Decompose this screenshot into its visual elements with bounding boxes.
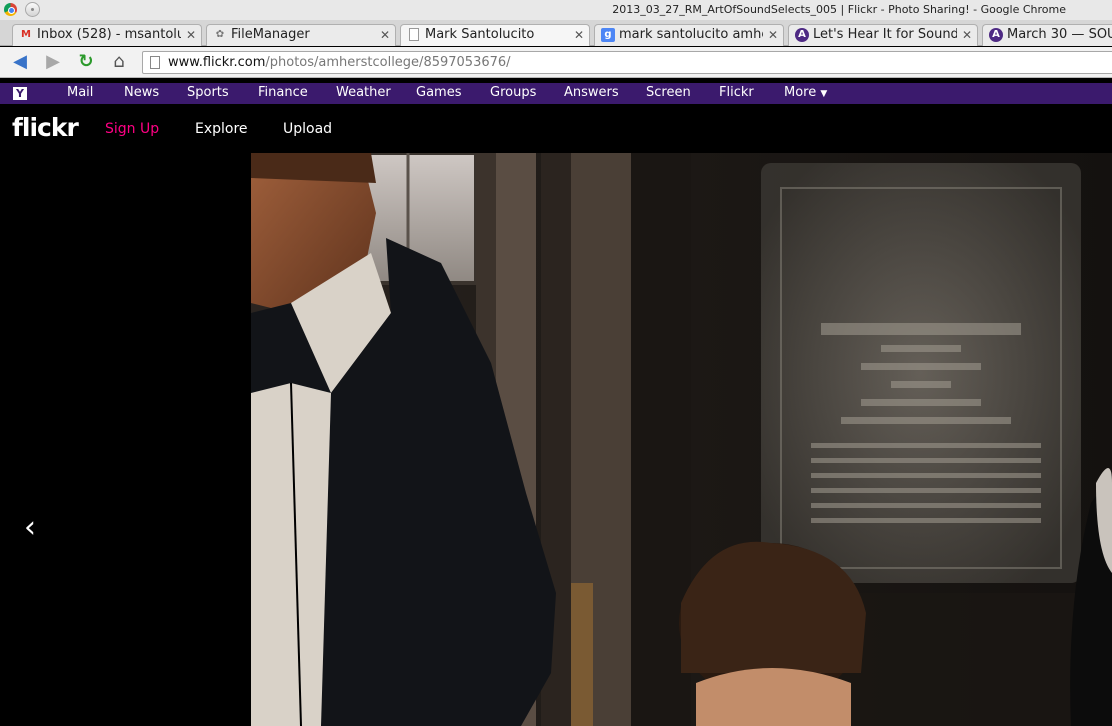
close-icon[interactable]: ✕ [186,28,196,42]
upload-link[interactable]: Upload [283,121,332,137]
more-label: More [784,85,817,100]
tab-label: March 30 — SOU [1007,27,1112,42]
gmail-icon: M [21,29,31,40]
page-icon [409,28,419,41]
photo-illustration [251,153,1112,726]
url-text[interactable]: www.flickr.com/photos/amherstcollege/859… [168,55,511,70]
close-icon[interactable]: ✕ [574,28,584,42]
yahoo-link-news[interactable]: News [124,85,159,100]
yahoo-link-weather[interactable]: Weather [336,85,391,100]
yahoo-logo-icon[interactable]: Y [13,87,27,100]
address-bar[interactable]: www.flickr.com/photos/amherstcollege/859… [142,51,1112,74]
tab-strip: M Inbox (528) - msantolu ✕ ✿ FileManager… [0,20,1112,46]
yahoo-link-more[interactable]: More ▼ [784,85,827,100]
sign-up-link[interactable]: Sign Up [105,121,159,137]
close-icon[interactable]: ✕ [380,28,390,42]
amherst-icon: A [989,28,1003,42]
flickr-logo[interactable]: flickr [12,113,79,142]
yahoo-link-games[interactable]: Games [416,85,461,100]
browser-toolbar: ◀ ▶ ↻ ⌂ www.flickr.com/photos/amherstcol… [0,47,1112,78]
tab-gmail[interactable]: M Inbox (528) - msantolu ✕ [12,24,202,46]
tab-label: Mark Santolucito [425,27,535,42]
tab-label: Let's Hear It for Sound [813,27,957,42]
tab-lets-hear-it[interactable]: A Let's Hear It for Sound ✕ [788,24,978,46]
amherst-icon: A [795,28,809,42]
previous-photo-arrow-icon[interactable]: ‹ [24,513,36,543]
tab-label: mark santolucito amhe [619,27,763,42]
close-icon[interactable]: ✕ [962,28,972,42]
tab-label: Inbox (528) - msantolu [37,27,181,42]
close-icon[interactable]: ✕ [768,28,778,42]
yahoo-link-flickr[interactable]: Flickr [719,85,754,100]
page-icon [150,56,160,69]
yahoo-link-mail[interactable]: Mail [67,85,93,100]
photo-stage: ‹ [0,153,1112,726]
tab-filemanager[interactable]: ✿ FileManager ✕ [206,24,396,46]
yahoo-link-finance[interactable]: Finance [258,85,308,100]
chevron-down-icon: ▼ [820,89,828,99]
flickr-header: flickr Sign Up Explore Upload [0,104,1112,153]
yahoo-link-groups[interactable]: Groups [490,85,536,100]
photo-image[interactable] [251,153,1112,726]
back-arrow-icon[interactable]: ◀ [9,52,31,72]
home-icon[interactable]: ⌂ [108,52,130,72]
tab-label: FileManager [231,27,310,42]
yahoo-nav-bar: Y Mail News Sports Finance Weather Games… [0,83,1112,104]
yahoo-link-answers[interactable]: Answers [564,85,619,100]
window-title: 2013_03_27_RM_ArtOfSoundSelects_005 | Fl… [612,3,1066,16]
filemanager-icon: ✿ [215,29,225,40]
url-path: /photos/amherstcollege/8597053676/ [265,55,511,70]
tab-march-30[interactable]: A March 30 — SOU [982,24,1112,46]
yahoo-link-sports[interactable]: Sports [187,85,229,100]
google-icon: g [601,28,615,42]
forward-arrow-icon[interactable]: ▶ [42,52,64,72]
explore-link[interactable]: Explore [195,121,248,137]
yahoo-link-screen[interactable]: Screen [646,85,691,100]
tab-google-search[interactable]: g mark santolucito amhe ✕ [594,24,784,46]
reload-icon[interactable]: ↻ [75,52,97,72]
tab-mark-santolucito[interactable]: Mark Santolucito ✕ [400,24,590,46]
window-titlebar: 2013_03_27_RM_ArtOfSoundSelects_005 | Fl… [0,0,1112,20]
url-host: www.flickr.com [168,55,266,70]
